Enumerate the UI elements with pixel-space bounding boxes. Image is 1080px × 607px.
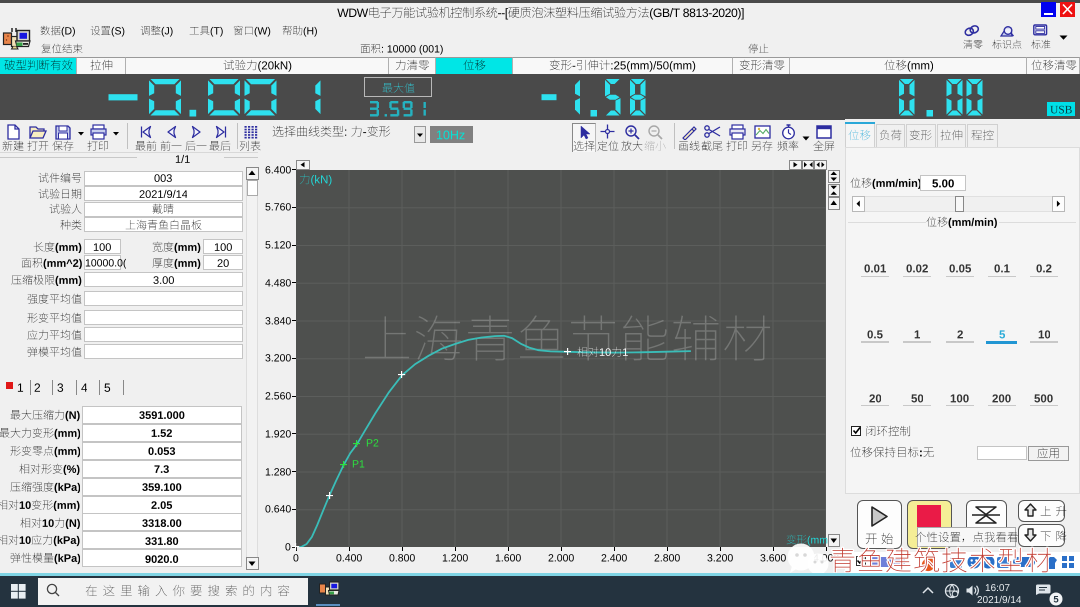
svg-text:5: 5 [1053,594,1059,605]
